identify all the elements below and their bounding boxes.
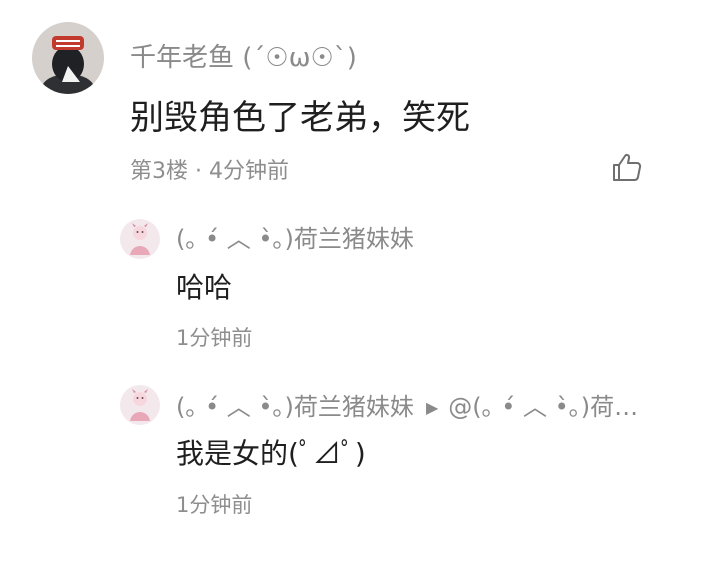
comment-author[interactable]: 千年老鱼 (´☉ω☉`) <box>130 40 357 76</box>
thumbs-up-icon <box>613 153 642 181</box>
comment-meta: 第3楼 · 4分钟前 <box>130 159 289 184</box>
reply-text: 我是女的(ﾟ⊿ﾟ) <box>176 437 366 470</box>
reply-author-line: (｡ •́ ︿ •̀｡)荷兰猪妹妹 ▶ @(｡ •́ ︿ •̀｡)荷… <box>176 390 638 427</box>
reply-text: 哈哈 <box>176 271 233 304</box>
reply-arrow-icon: ▶ <box>425 398 439 417</box>
reply-author[interactable]: (｡ •́ ︿ •̀｡)荷兰猪妹妹 <box>176 393 414 421</box>
reply-avatar[interactable] <box>120 385 160 425</box>
cartoon-avatar-icon <box>120 219 160 259</box>
reply-avatar[interactable] <box>120 219 160 259</box>
comment-text: 别毁角色了老弟，笑死 <box>130 98 470 138</box>
reply-time: 1分钟前 <box>176 493 253 517</box>
cartoon-avatar-icon <box>120 385 160 425</box>
reply-to-mention[interactable]: @(｡ •́ ︿ •̀｡)荷… <box>448 393 638 421</box>
user-avatar-icon <box>32 22 104 94</box>
avatar[interactable] <box>32 22 104 94</box>
reply-author[interactable]: (｡ •́ ︿ •̀｡)荷兰猪妹妹 <box>176 222 414 256</box>
like-button[interactable] <box>610 150 644 184</box>
reply-time: 1分钟前 <box>176 326 253 350</box>
